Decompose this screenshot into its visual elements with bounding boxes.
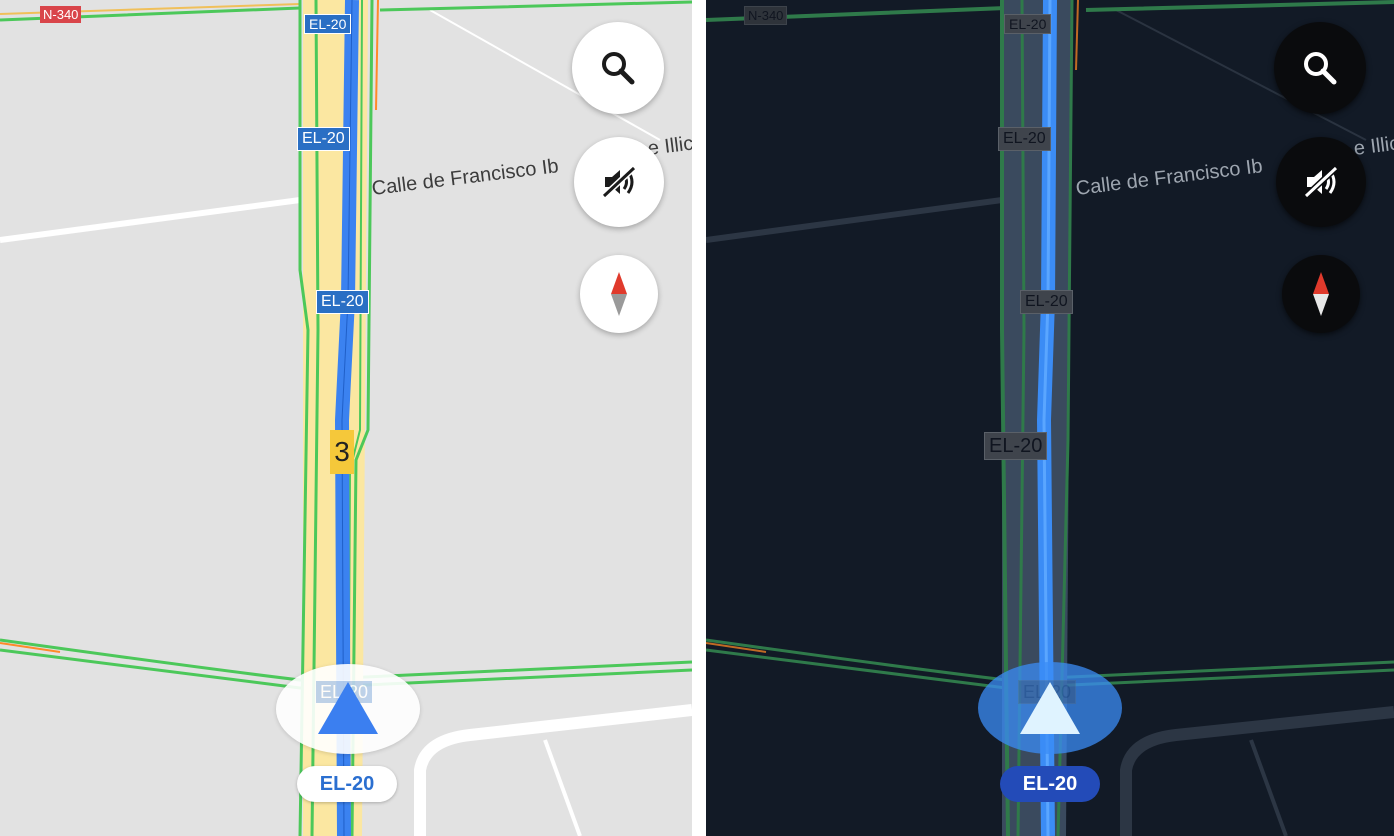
- map-panel-dark[interactable]: N-340 EL-20 EL-20 EL-20 EL-20 Calle de F…: [706, 0, 1394, 836]
- road-shield-el20: EL-20: [998, 127, 1051, 151]
- current-road-chip[interactable]: EL-20: [297, 766, 397, 802]
- search-icon: [1304, 52, 1337, 85]
- compass-icon: [1313, 272, 1329, 316]
- road-shield-el20: EL-20: [1020, 290, 1073, 314]
- navigation-arrow-icon: [318, 682, 378, 734]
- compass-button[interactable]: [580, 255, 658, 333]
- road-shield-el20: EL-20: [297, 127, 350, 151]
- road-shield-el20: EL-20: [316, 290, 369, 314]
- lane-count-badge: 3: [330, 430, 354, 474]
- compass-button[interactable]: [1282, 255, 1360, 333]
- road-shield-el20: EL-20: [984, 432, 1048, 460]
- volume-off-icon: [1303, 165, 1339, 199]
- road-shield-n340: N-340: [744, 6, 788, 25]
- mute-button[interactable]: [1276, 137, 1366, 227]
- compass-icon: [611, 272, 627, 316]
- road-shield-n340: N-340: [40, 6, 82, 23]
- mute-button[interactable]: [574, 137, 664, 227]
- volume-off-icon: [601, 165, 637, 199]
- road-shield-el20: EL-20: [1004, 14, 1052, 34]
- search-icon: [602, 52, 635, 85]
- road-shield-el20: EL-20: [304, 14, 352, 34]
- navigation-arrow-icon: [1020, 682, 1080, 734]
- current-road-chip[interactable]: EL-20: [1000, 766, 1100, 802]
- search-button[interactable]: [1274, 22, 1366, 114]
- map-panel-light[interactable]: N-340 EL-20 EL-20 EL-20 3 Calle de Franc…: [0, 0, 692, 836]
- search-button[interactable]: [572, 22, 664, 114]
